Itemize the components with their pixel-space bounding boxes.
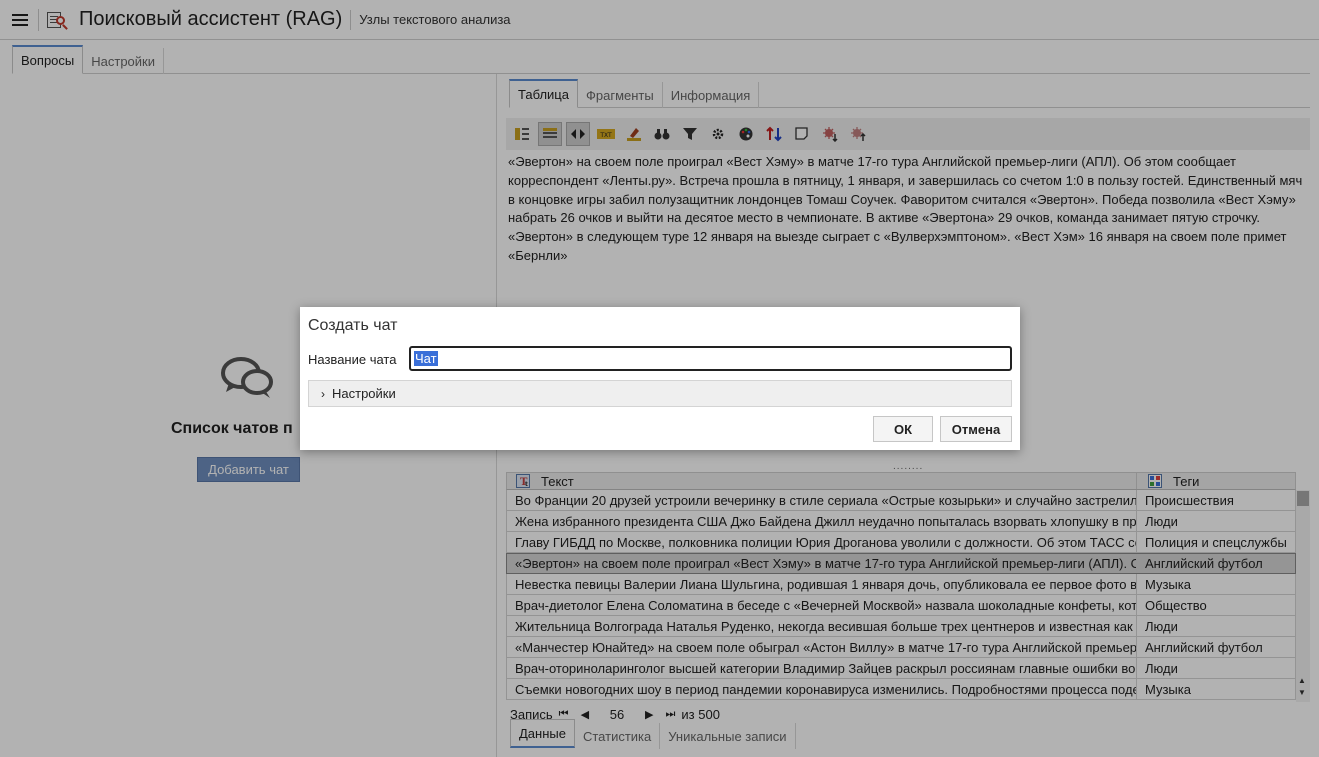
settings-expander[interactable]: › Настройки <box>308 380 1012 407</box>
settings-expander-label: Настройки <box>332 386 396 401</box>
dialog-title: Создать чат <box>308 317 398 334</box>
chat-name-input[interactable]: Чат <box>409 346 1012 371</box>
chat-name-label: Название чата <box>308 352 397 367</box>
chevron-right-icon: › <box>321 386 325 401</box>
chat-name-value: Чат <box>414 351 438 366</box>
cancel-button[interactable]: Отмена <box>940 416 1012 442</box>
ok-button[interactable]: ОК <box>873 416 933 442</box>
create-chat-dialog: Создать чат Название чата Чат › Настройк… <box>300 307 1020 450</box>
